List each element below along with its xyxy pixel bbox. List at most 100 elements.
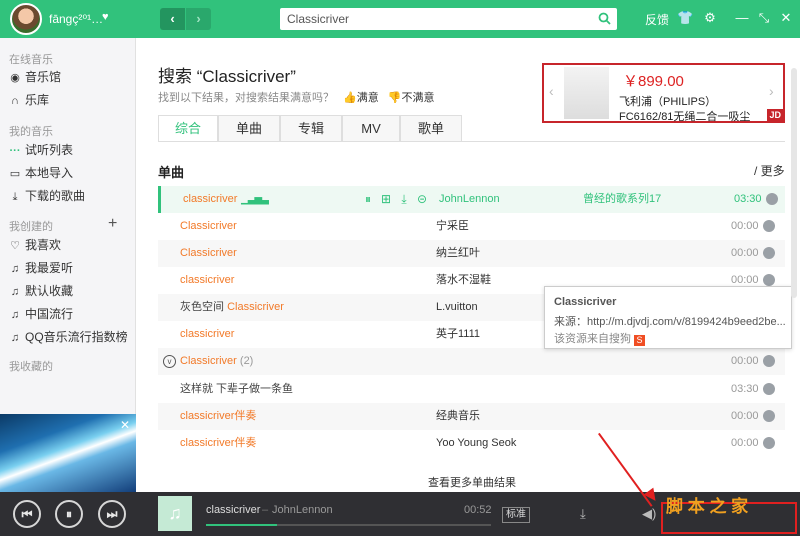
- song-name[interactable]: 这样就 下辈子做一条鱼: [180, 376, 293, 403]
- gear-icon[interactable]: ⚙: [702, 10, 718, 26]
- song-singer[interactable]: 经典音乐: [436, 403, 480, 430]
- sidebar-item-pop-index[interactable]: ♫ QQ音乐流行指数榜: [8, 327, 128, 347]
- satisfied-button[interactable]: 👍满意: [343, 92, 379, 104]
- song-name[interactable]: classicriver伴奏: [180, 403, 256, 430]
- now-playing-artist[interactable]: JohnLennon: [272, 504, 333, 516]
- more-link[interactable]: / 更多: [754, 162, 785, 179]
- avatar[interactable]: [10, 3, 42, 35]
- progress-fill: [206, 524, 278, 526]
- song-duration: 00:00: [731, 220, 759, 232]
- song-singer[interactable]: 宁采臣: [436, 213, 469, 240]
- add-playlist-button[interactable]: +: [108, 215, 117, 233]
- album-cover[interactable]: ♫: [158, 496, 192, 531]
- forward-button[interactable]: ›: [186, 8, 211, 30]
- progress-bar[interactable]: [206, 524, 491, 526]
- sidebar-item-most-loved[interactable]: ♫ 我最爱听: [8, 258, 73, 278]
- vip-icon[interactable]: ♥: [102, 11, 109, 23]
- song-name[interactable]: classicriver伴奏: [180, 430, 256, 457]
- chevron-down-icon[interactable]: v: [163, 355, 176, 368]
- song-name[interactable]: Classicriver (2): [180, 348, 253, 375]
- sidebar-item-china-pop[interactable]: ♫ 中国流行: [8, 304, 73, 324]
- scrollbar[interactable]: [791, 68, 797, 298]
- tooltip-provider: 该资源来自搜狗 S: [554, 330, 645, 346]
- volume-icon[interactable]: ◀): [642, 506, 656, 522]
- song-name[interactable]: classicriver: [180, 267, 234, 294]
- next-button[interactable]: ⏭: [98, 500, 126, 528]
- close-icon[interactable]: ✕: [778, 10, 794, 26]
- song-name[interactable]: Classicriver: [180, 213, 237, 240]
- song-singer[interactable]: L.vuitton: [436, 294, 478, 321]
- view-more-songs-link[interactable]: 查看更多单曲结果: [428, 474, 516, 490]
- back-button[interactable]: ‹: [160, 8, 185, 30]
- tab-albums[interactable]: 专辑: [280, 115, 342, 141]
- source-globe-icon[interactable]: [763, 274, 775, 286]
- sidebar-item-favorites[interactable]: ♡ 我喜欢: [8, 235, 61, 255]
- shrink-icon[interactable]: ⤡: [756, 10, 772, 26]
- quality-selector[interactable]: 标准: [502, 507, 530, 523]
- search-icon[interactable]: [598, 12, 611, 25]
- sidebar-item-downloads[interactable]: ⤓ 下载的歌曲: [8, 186, 85, 206]
- feedback-link[interactable]: 反馈: [645, 11, 669, 28]
- tab-songs[interactable]: 单曲: [218, 115, 280, 141]
- tab-mv[interactable]: MV: [342, 115, 400, 141]
- ad-banner[interactable]: ‹ ￥899.00 飞利浦（PHILIPS） FC6162/81无绳二合一吸尘 …: [542, 63, 785, 123]
- previous-button[interactable]: ⏮: [13, 500, 41, 528]
- add-icon[interactable]: ⊞: [377, 186, 395, 213]
- shirt-icon[interactable]: 👕: [677, 10, 693, 26]
- song-row[interactable]: classicriver伴奏 Yoo Young Seok 00:00: [158, 430, 785, 457]
- tab-all[interactable]: 综合: [158, 115, 218, 142]
- pause-button[interactable]: ⏸: [55, 500, 83, 528]
- now-playing-song[interactable]: classicriver: [206, 504, 260, 516]
- source-globe-icon[interactable]: [763, 247, 775, 259]
- song-singer[interactable]: 纳兰红叶: [436, 240, 480, 267]
- source-globe-icon[interactable]: [766, 193, 778, 205]
- note-icon: ♫: [10, 309, 20, 321]
- song-duration: 03:30: [734, 193, 762, 205]
- download-icon[interactable]: ⤓: [580, 506, 586, 522]
- minimize-icon[interactable]: —: [734, 10, 750, 26]
- source-globe-icon[interactable]: [763, 383, 775, 395]
- song-row[interactable]: 这样就 下辈子做一条鱼 03:30: [158, 376, 785, 403]
- tab-playlists[interactable]: 歌单: [400, 115, 462, 141]
- song-singer[interactable]: JohnLennon: [439, 186, 500, 213]
- song-singer[interactable]: 落水不湿鞋: [436, 267, 491, 294]
- song-singer[interactable]: Yoo Young Seok: [436, 430, 516, 457]
- song-row[interactable]: classicriver伴奏 经典音乐 00:00: [158, 403, 785, 430]
- section-created: 我创建的: [9, 221, 53, 233]
- sidebar-item-music-hall[interactable]: ◉ 音乐馆: [8, 67, 61, 87]
- song-name[interactable]: classicriver: [180, 321, 234, 348]
- note-icon: ♫: [10, 286, 20, 298]
- source-globe-icon[interactable]: [763, 437, 775, 449]
- now-playing-separator: –: [262, 504, 269, 516]
- sidebar-item-default-collection[interactable]: ♫ 默认收藏: [8, 281, 73, 301]
- close-icon[interactable]: ✕: [120, 418, 130, 432]
- sidebar-item-local-import[interactable]: ▭ 本地导入: [8, 163, 73, 183]
- watermark: 脚 本 之 家: [666, 497, 749, 516]
- tooltip-source[interactable]: 来源：http://m.djvdj.com/v/8199424b9eed2be.…: [554, 313, 786, 329]
- song-name[interactable]: classicriver: [183, 186, 237, 213]
- unsatisfied-button[interactable]: 👎不满意: [388, 92, 435, 104]
- username[interactable]: fāngç²⁰¹…: [49, 12, 103, 26]
- source-globe-icon[interactable]: [763, 220, 775, 232]
- song-singer[interactable]: 英子1111: [436, 321, 480, 348]
- more-icon[interactable]: ⊝: [413, 186, 431, 213]
- song-row[interactable]: Classicriver 纳兰红叶 00:00: [158, 240, 785, 267]
- download-icon[interactable]: ⤓: [395, 186, 413, 213]
- chevron-left-icon[interactable]: ‹: [549, 83, 554, 99]
- song-name[interactable]: Classicriver: [180, 240, 237, 267]
- song-name[interactable]: 灰色空间 Classicriver: [180, 294, 284, 321]
- song-row[interactable]: classicriver ▁▃▅▃ ⏸ ⊞ ⤓ ⊝ JohnLennon 曾经的歌系列…: [158, 186, 785, 213]
- song-row[interactable]: Classicriver 宁采臣 00:00: [158, 213, 785, 240]
- source-globe-icon[interactable]: [763, 355, 775, 367]
- search-input[interactable]: [280, 8, 590, 30]
- pause-icon[interactable]: ⏸: [359, 186, 377, 213]
- sidebar-item-library[interactable]: ∩ 乐库: [8, 90, 49, 110]
- sidebar-item-trial-list[interactable]: ··· 试听列表: [8, 140, 74, 160]
- song-album[interactable]: 曾经的歌系列17: [583, 186, 661, 213]
- source-tooltip: Classicriver 来源：http://m.djvdj.com/v/819…: [544, 286, 792, 349]
- source-globe-icon[interactable]: [763, 410, 775, 422]
- song-group-row[interactable]: v Classicriver (2) 00:00: [158, 348, 785, 375]
- chevron-right-icon[interactable]: ›: [769, 83, 774, 99]
- ad-thumbnail[interactable]: ✕: [0, 414, 136, 492]
- section-title-songs: 单曲: [158, 165, 185, 180]
